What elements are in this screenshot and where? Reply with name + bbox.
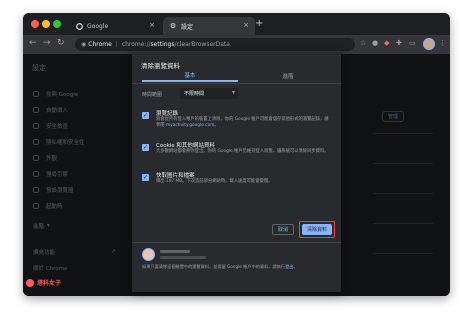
option-cached-images: ✓ 快取圖片和檔案 釋出 197 MB。下次造訪部分網站時，載入速度可能會變慢。 (142, 171, 332, 195)
cast-icon[interactable]: ▭ (409, 39, 416, 47)
tab-basic[interactable]: 基本 (142, 70, 238, 82)
account-email-redacted (160, 256, 206, 259)
more-menu-icon[interactable]: ⋮ (439, 39, 446, 47)
watermark: 塔科女子 (26, 278, 61, 287)
omnibox-divider: | (115, 41, 118, 48)
url-text: chrome://settings/clearBrowserData (121, 41, 230, 48)
tab-google[interactable]: Google × (69, 17, 161, 35)
omnibox-chip: Chrome (88, 41, 112, 48)
extension-shield-icon[interactable]: ◆ (384, 39, 389, 47)
option-browsing-history: ✓ 瀏覽記錄 將會從所有登入帳戶的裝置上清除，你的 Google 帳戶可能會儲存… (142, 109, 332, 139)
maximize-window-dot[interactable] (53, 20, 61, 28)
option-title: Cookie 和其他網站資料 (156, 143, 215, 149)
profile-avatar[interactable] (423, 38, 435, 50)
new-tab-icon[interactable]: + (255, 18, 263, 29)
chevron-down-icon: ▾ (231, 89, 235, 96)
watermark-logo-icon (26, 278, 34, 287)
tab-divider (132, 83, 341, 84)
site-info-icon[interactable]: ◉ (81, 41, 86, 48)
account-name-redacted (160, 250, 190, 253)
google-favicon-icon (75, 22, 83, 30)
option-description: 大多數網站都會將你登出。你的 Google 帳戶仍維持登入狀態，讓系統可以清除同… (156, 149, 329, 154)
reload-icon[interactable]: ↻ (57, 38, 65, 48)
close-tab-icon[interactable]: × (149, 21, 155, 29)
browsing-history-checkbox[interactable]: ✓ (142, 112, 149, 119)
cache-checkbox[interactable]: ✓ (142, 174, 149, 181)
dialog-title: 清除瀏覽資料 (141, 62, 180, 70)
tab-title: 設定 (181, 23, 194, 31)
bookmark-star-icon[interactable]: ☆ (360, 39, 366, 47)
option-cookies: ✓ Cookie 和其他網站資料 大多數網站都會將你登出。你的 Google 帳… (142, 141, 332, 171)
tab-advanced[interactable]: 進階 (240, 70, 336, 82)
account-avatar (142, 248, 155, 261)
footer-divider (132, 242, 341, 243)
dialog-footer-text: 如果只要清除這個裝置中的瀏覽資料，並保留 Google 帳戶中的資料，請執行登出… (142, 264, 298, 269)
tab-strip: Google × ⚙ 設定 × + (23, 13, 450, 35)
close-window-dot[interactable] (31, 20, 39, 28)
tab-settings[interactable]: ⚙ 設定 × (163, 17, 255, 35)
extension-icon[interactable]: ● (372, 39, 378, 47)
cancel-button[interactable]: 取消 (272, 224, 294, 235)
close-tab-icon[interactable]: × (243, 21, 249, 29)
tab-title: Google (87, 22, 109, 30)
time-range-select[interactable]: 不限時間 ▾ (180, 88, 238, 99)
clear-browsing-data-dialog: 清除瀏覽資料 基本 進階 時間範圍 不限時間 ▾ ✓ 瀏覽記錄 將會從所有登入帳… (132, 52, 341, 292)
option-title: 瀏覽記錄 (156, 111, 179, 117)
option-description: 釋出 197 MB。下次造訪部分網站時，載入速度可能會變慢。 (156, 179, 273, 184)
address-bar[interactable]: ◉ Chrome | chrome://settings/clearBrowse… (75, 38, 355, 51)
option-title: 快取圖片和檔案 (156, 173, 195, 179)
option-description: 將會從所有登入帳戶的裝置上清除，你的 Google 帳戶可能會儲存其他形式的瀏覽… (156, 117, 329, 128)
forward-icon[interactable]: → (43, 38, 51, 48)
myactivity-link[interactable]: myactivity.google.com (166, 123, 214, 128)
extensions-puzzle-icon[interactable]: ✚ (396, 39, 402, 47)
time-range-label: 時間範圍 (142, 92, 163, 98)
minimize-window-dot[interactable] (42, 20, 50, 28)
back-icon[interactable]: ← (29, 38, 37, 48)
clear-data-button[interactable]: 清除資料 (302, 224, 332, 235)
gear-icon: ⚙ (169, 22, 177, 30)
cookies-checkbox[interactable]: ✓ (142, 144, 149, 151)
